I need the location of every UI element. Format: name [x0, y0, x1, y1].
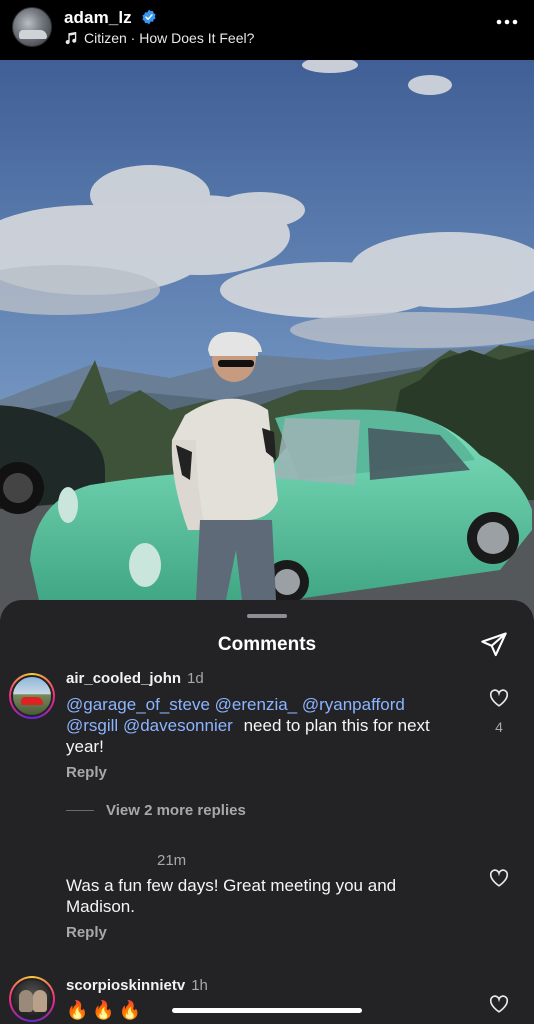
music-note-icon: [65, 31, 77, 45]
comment-text: @garage_of_steve @erenzia_ @ryanpafford …: [66, 695, 430, 756]
post-image: [0, 60, 534, 620]
reply-button[interactable]: Reply: [66, 924, 107, 941]
comment-time: 21m: [157, 852, 187, 869]
view-more-divider: [66, 810, 94, 811]
heart-icon[interactable]: [488, 687, 510, 709]
comment-text: Was a fun few days! Great meeting you an…: [66, 876, 397, 916]
reply-button[interactable]: Reply: [66, 764, 107, 781]
post-photo[interactable]: [0, 60, 534, 620]
comment-emoji-row: 🔥 🔥 🔥: [66, 1000, 141, 1021]
music-title: Citizen · How Does It Feel?: [84, 30, 255, 46]
comment-username[interactable]: air_cooled_john 1d: [66, 670, 204, 687]
mention-link[interactable]: @erenzia_: [215, 695, 297, 714]
fire-emoji: 🔥: [92, 1000, 115, 1020]
fire-emoji: 🔥: [66, 1000, 89, 1020]
comment-username[interactable]: scorpioskinnietv 1h: [66, 977, 208, 994]
fire-emoji: 🔥: [118, 1000, 142, 1020]
like-count: 4: [495, 719, 503, 735]
mention-link[interactable]: @garage_of_steve: [66, 695, 210, 714]
post-header: adam_lz Citizen · How Does It Feel?: [0, 0, 534, 60]
profile-avatar[interactable]: [12, 7, 52, 47]
comments-sheet: Comments air_cooled_john 1d @garage_of_st…: [0, 600, 534, 1024]
mention-link[interactable]: @ryanpafford: [302, 695, 405, 714]
heart-icon[interactable]: [488, 993, 510, 1015]
send-icon[interactable]: [480, 630, 508, 658]
sheet-grabber[interactable]: [247, 614, 287, 618]
music-row[interactable]: Citizen · How Does It Feel?: [64, 30, 254, 46]
username[interactable]: adam_lz: [64, 8, 132, 28]
mention-link[interactable]: @davesonnier: [123, 716, 233, 735]
heart-icon[interactable]: [488, 867, 510, 889]
commenter-avatar[interactable]: [9, 673, 55, 719]
home-indicator[interactable]: [172, 1008, 362, 1013]
more-options-icon[interactable]: [496, 18, 518, 26]
mention-link[interactable]: @rsgill: [66, 716, 118, 735]
comment-time: 1d: [187, 670, 204, 687]
comment-time: 1h: [191, 977, 208, 994]
commenter-avatar[interactable]: [9, 976, 55, 1022]
verified-badge-icon: [142, 9, 156, 25]
comments-title: Comments: [217, 634, 317, 655]
view-more-replies[interactable]: View 2 more replies: [66, 802, 246, 819]
